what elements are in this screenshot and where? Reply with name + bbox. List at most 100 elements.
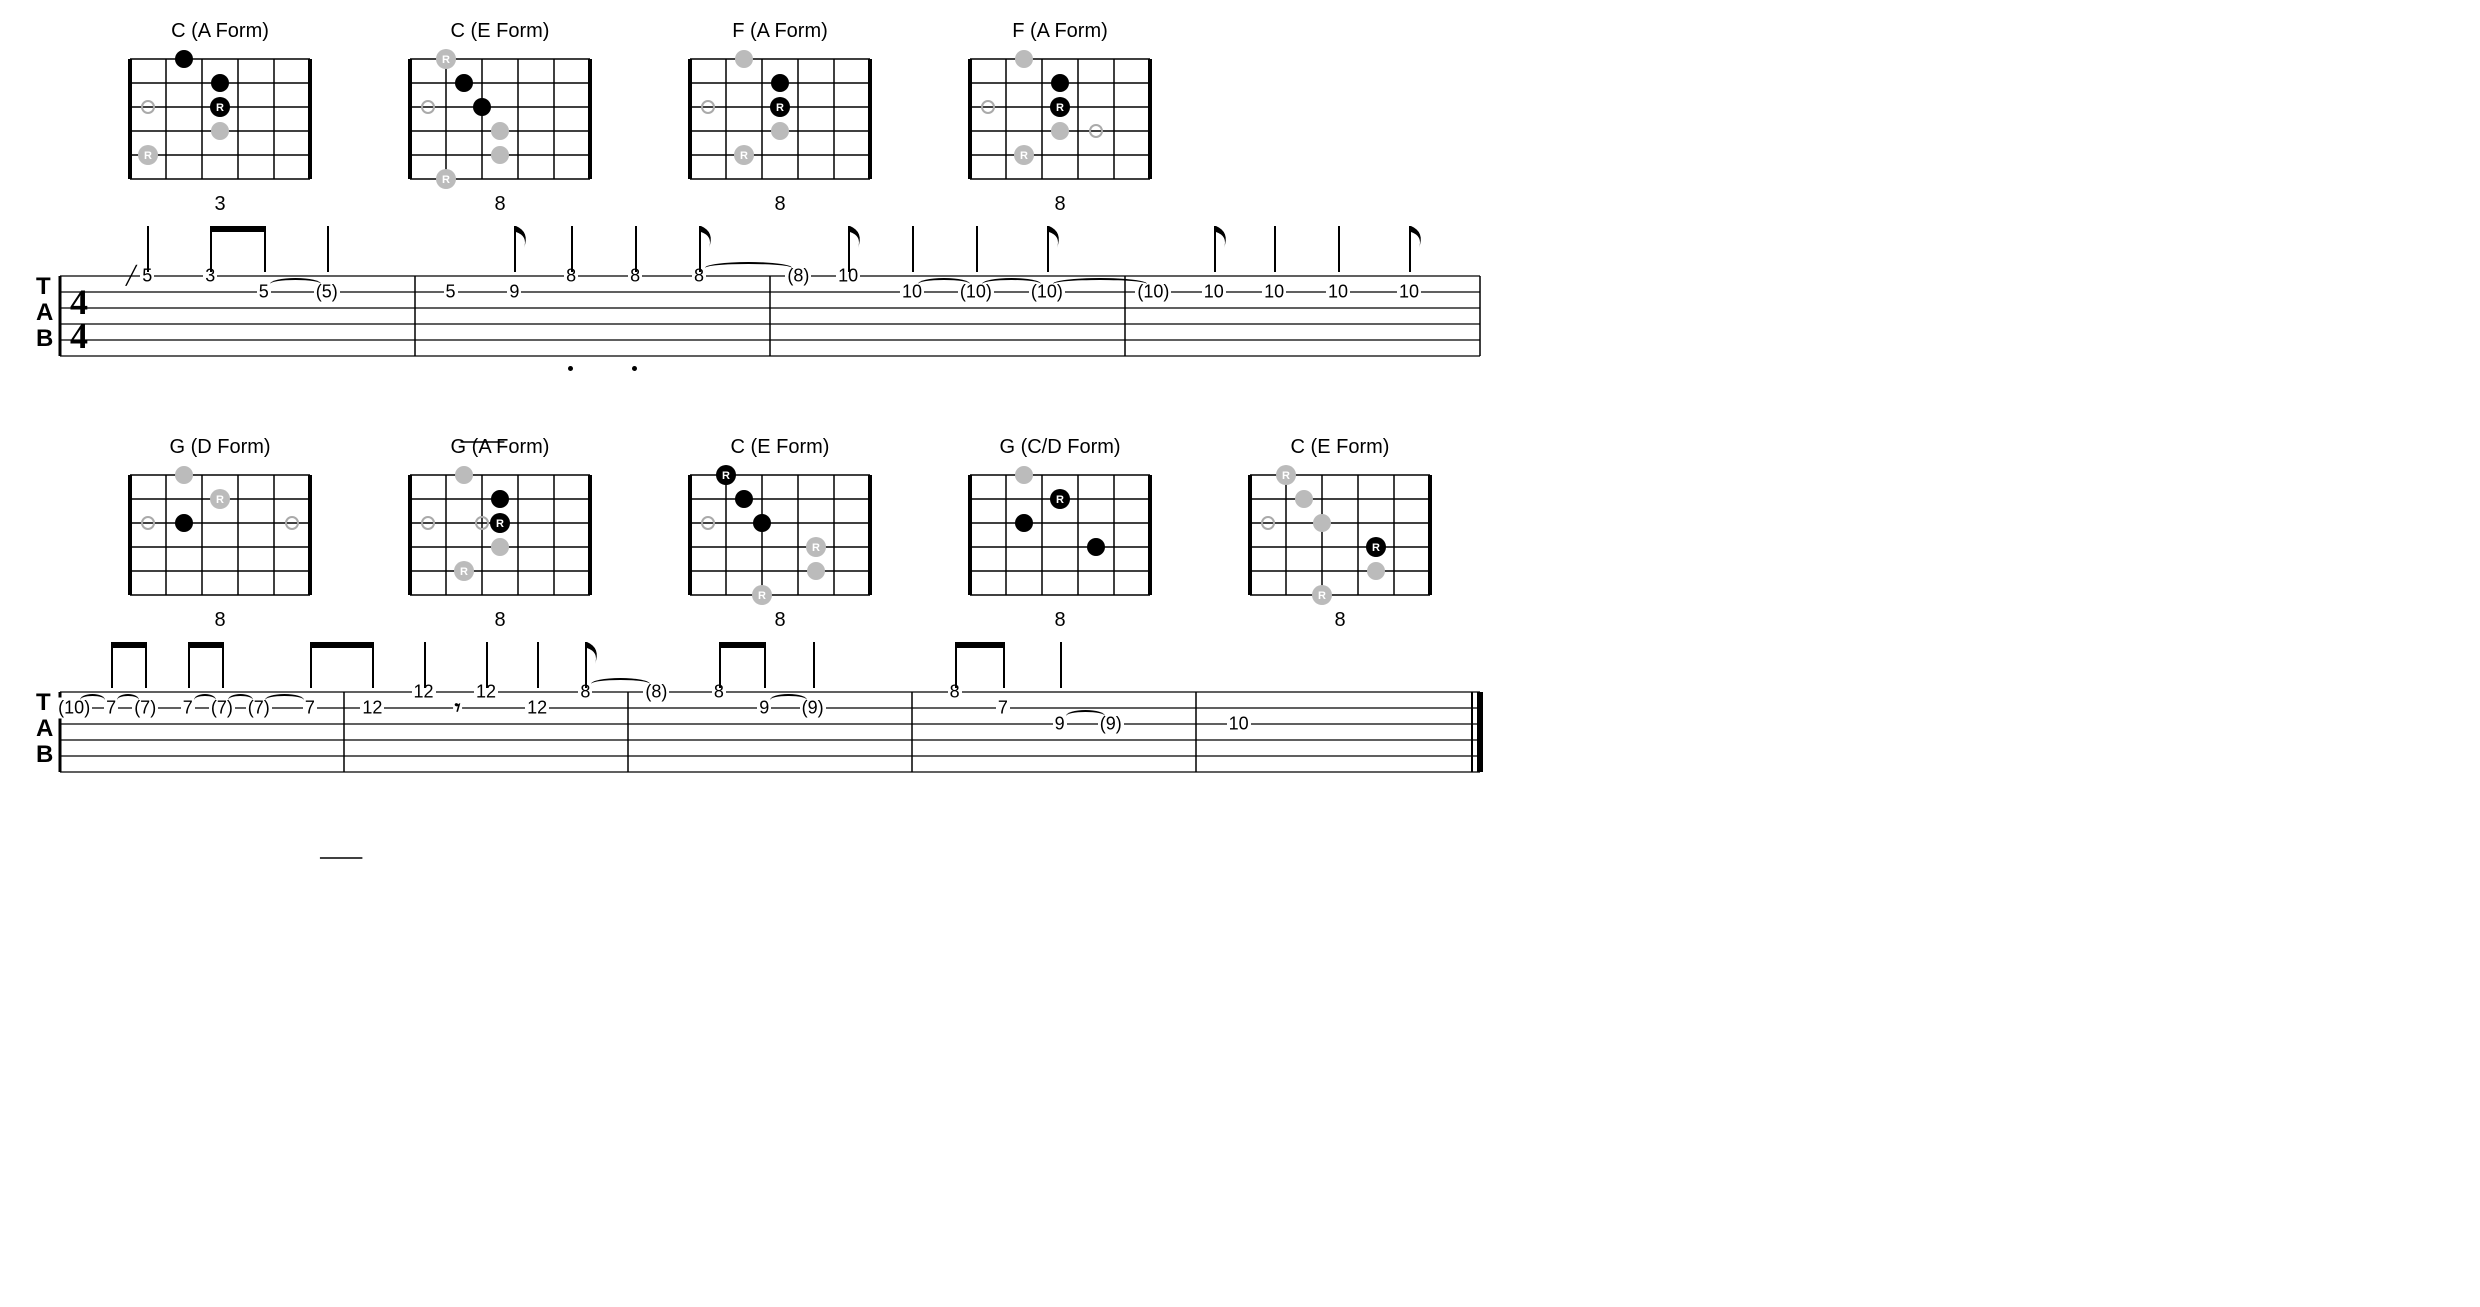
tab-fret-number: 7 (181, 698, 195, 719)
note-flag (850, 226, 866, 257)
tab-fret-number: 9 (507, 282, 521, 303)
tie (80, 694, 105, 706)
note-stem (912, 226, 914, 272)
chord-position: 8 (1054, 609, 1065, 632)
chord-block: C (A Form) R R 3 (120, 20, 320, 216)
chord-grid: R (960, 465, 1160, 605)
note-flag (1411, 226, 1427, 257)
note-stem (571, 226, 573, 272)
note-stem (264, 226, 266, 272)
svg-text:T: T (36, 689, 51, 716)
svg-text:R: R (812, 542, 820, 554)
svg-text:R: R (460, 566, 468, 578)
note-stem (486, 642, 488, 688)
tab-fret-number: 5 (443, 282, 457, 303)
note-stem (813, 642, 815, 688)
note-stem (145, 642, 147, 688)
svg-text:A: A (36, 299, 53, 326)
note-stem (955, 642, 957, 688)
tab-fret-number: 10 (1262, 282, 1286, 303)
note-stem (976, 226, 978, 272)
tab-fret-number: 10 (1227, 714, 1251, 735)
svg-text:R: R (1318, 590, 1326, 602)
chord-block: C (E Form) RRR 8 (680, 436, 880, 632)
chord-block: G (A Form) RR 8 (400, 436, 600, 632)
note-flag (701, 226, 717, 257)
svg-text:R: R (722, 470, 730, 482)
slide-in-mark: ╱ (124, 266, 139, 287)
beam (210, 226, 266, 232)
chord-block: C (E Form) R R R 8 (1240, 436, 1440, 632)
beam (310, 642, 374, 648)
tie (770, 694, 806, 706)
tab-fret-number: 12 (525, 698, 549, 719)
beam (111, 642, 147, 648)
note-stem (210, 226, 212, 272)
tab-fret-number: 7 (996, 698, 1010, 719)
tie (918, 278, 970, 290)
tab-fret-number: 5 (257, 282, 271, 303)
chord-position: 8 (774, 193, 785, 216)
tie (982, 278, 1041, 290)
note-stem (424, 642, 426, 688)
note-flag (516, 226, 532, 257)
chord-title: G (C/D Form) (999, 436, 1120, 459)
chord-strip: C (A Form) RR 3 C (E Form) RR 8 F (A For… (120, 20, 2460, 216)
tab-fret-number: 10 (1202, 282, 1226, 303)
tab-fret-number: 10 (1326, 282, 1350, 303)
chord-position: 8 (1054, 193, 1065, 216)
svg-text:4: 4 (70, 316, 88, 356)
svg-text:R: R (1372, 542, 1380, 554)
chord-title: C (E Form) (451, 20, 550, 43)
tie (265, 694, 304, 706)
chord-grid: R R R (1240, 465, 1440, 605)
tab-fret-number: 7 (104, 698, 118, 719)
tab-row-1: G (D Form) R 8 G (A Form) RR 8 C (E Form… (20, 436, 2460, 792)
note-stem (327, 226, 329, 272)
svg-text:R: R (144, 150, 152, 162)
note-stem (111, 642, 113, 688)
chord-position: 8 (214, 609, 225, 632)
chord-grid: RR (400, 465, 600, 605)
tab-fret-number: 12 (360, 698, 384, 719)
chord-position: 8 (774, 609, 785, 632)
tie (194, 694, 216, 706)
svg-text:R: R (1282, 470, 1290, 482)
note-flag (587, 642, 603, 673)
svg-text:R: R (1020, 150, 1028, 162)
chord-grid: RRR (680, 465, 880, 605)
note-stem (372, 642, 374, 688)
chord-title: C (A Form) (171, 20, 269, 43)
chord-title: C (E Form) (1291, 436, 1390, 459)
chord-grid: RR (400, 49, 600, 189)
svg-text:R: R (216, 102, 224, 114)
tab-fret-number: 7 (303, 698, 317, 719)
chord-position: 8 (494, 193, 505, 216)
svg-text:R: R (776, 102, 784, 114)
tie (270, 278, 321, 290)
chord-block: C (E Form) RR 8 (400, 20, 600, 216)
svg-text:B: B (36, 741, 53, 768)
tab-fret-number: 9 (1053, 714, 1067, 735)
tie (1066, 710, 1105, 722)
tab-fret-number: 9 (757, 698, 771, 719)
note-stem (764, 642, 766, 688)
chord-block: F (A Form) RR 8 (680, 20, 880, 216)
beam (719, 642, 766, 648)
chord-grid: RR (680, 49, 880, 189)
svg-text:R: R (442, 54, 450, 66)
svg-text:B: B (36, 325, 53, 352)
note-stem (1338, 226, 1340, 272)
note-stem (635, 226, 637, 272)
svg-text:R: R (496, 518, 504, 530)
note-flag (1049, 226, 1065, 257)
tie (1053, 278, 1148, 290)
tie (228, 694, 253, 706)
chord-title: C (E Form) (731, 436, 830, 459)
note-stem (537, 642, 539, 688)
note-stem (222, 642, 224, 688)
chord-position: 8 (1334, 609, 1345, 632)
chord-title: F (A Form) (732, 20, 828, 43)
chord-position: 3 (214, 193, 225, 216)
chord-title: F (A Form) (1012, 20, 1108, 43)
